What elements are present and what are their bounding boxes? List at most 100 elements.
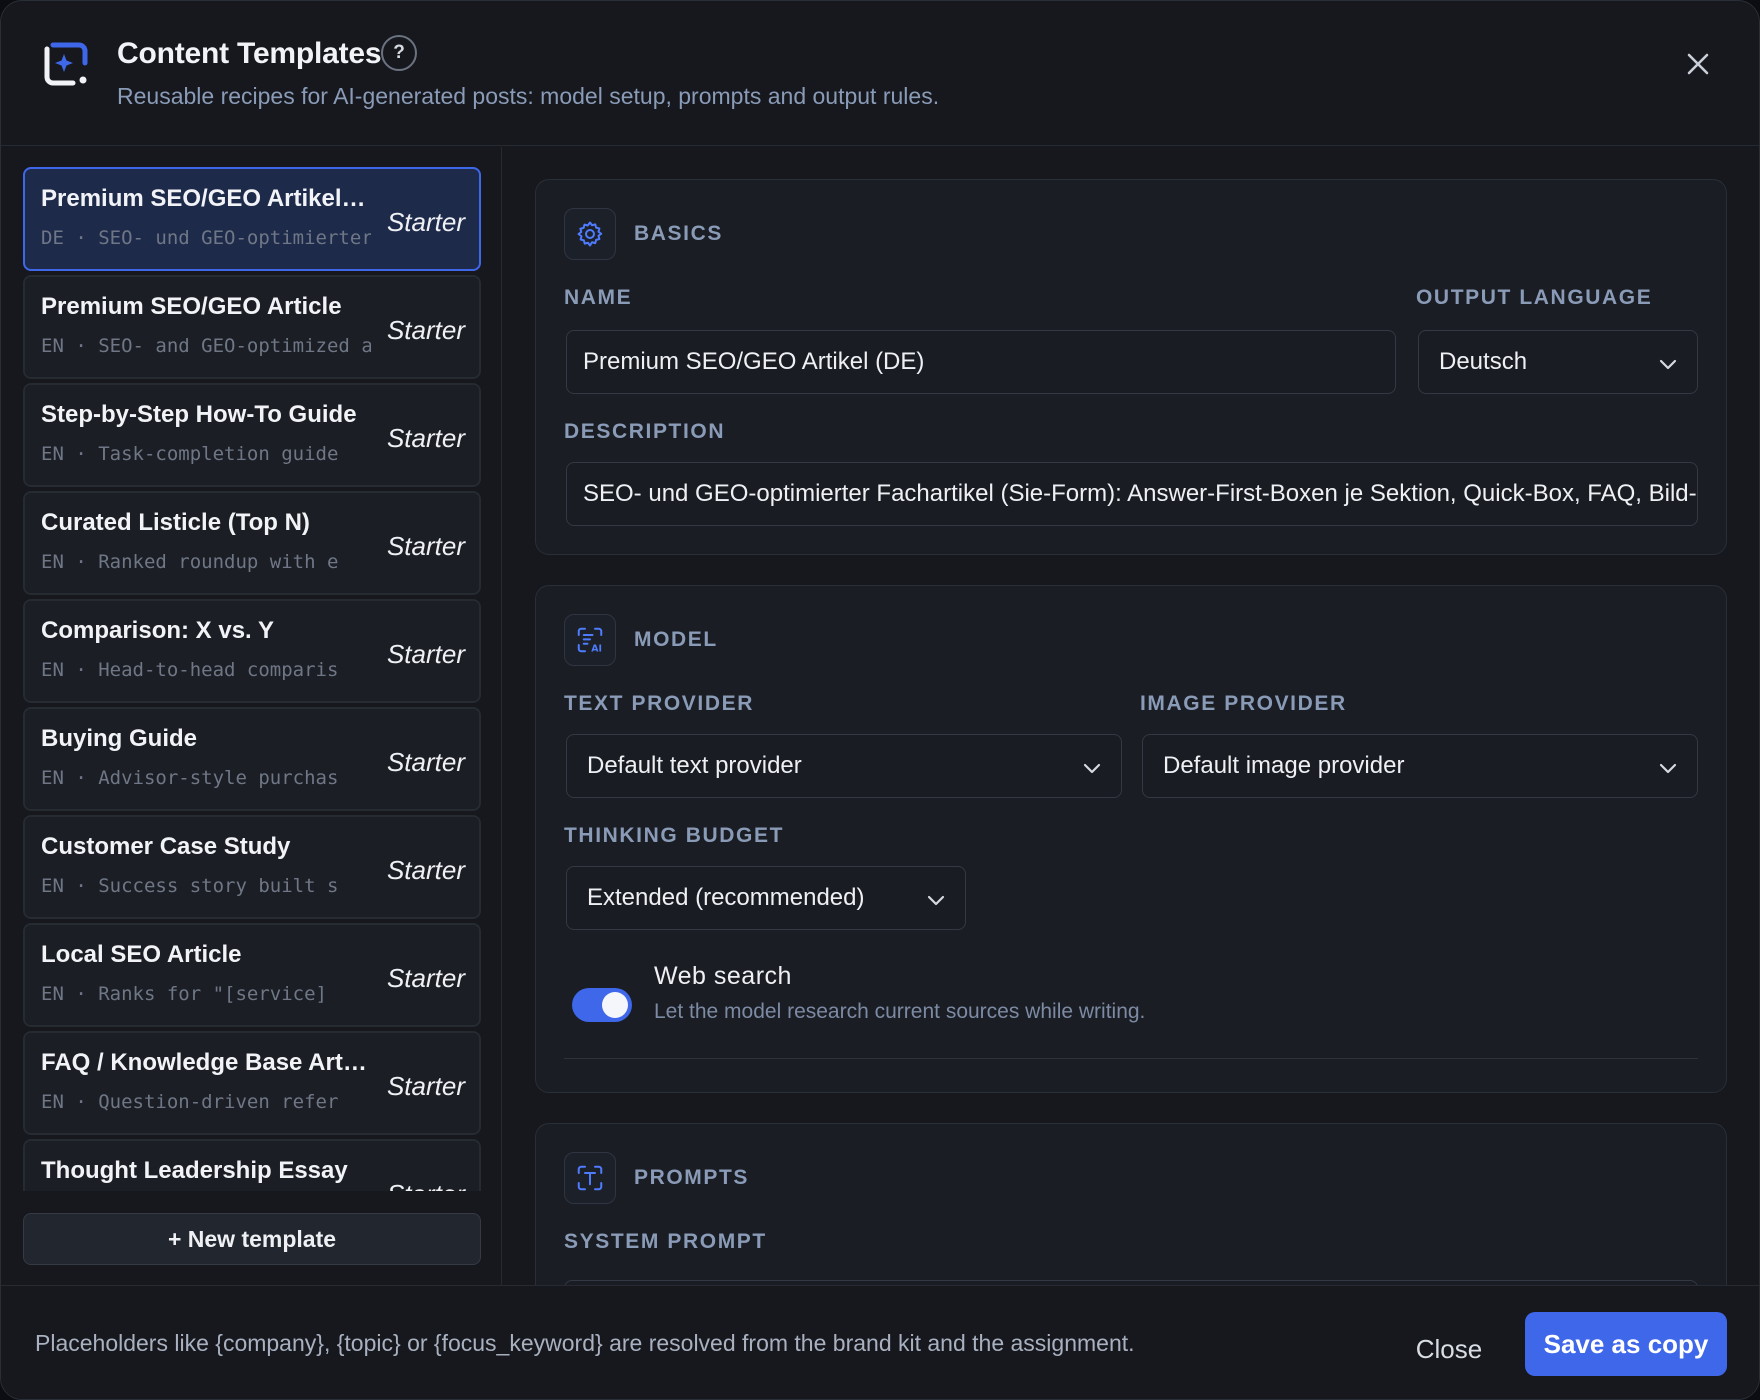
template-list: Premium SEO/GEO Artikel (DE) DE · SEO- un… <box>23 167 481 1191</box>
thinking-budget-select[interactable]: Extended (recommended) <box>566 866 966 930</box>
template-name: Step-by-Step How-To Guide <box>41 401 357 428</box>
chevron-down-icon <box>1083 763 1101 774</box>
template-description: Task-completion guide <box>98 443 339 465</box>
template-meta: EN · SEO- and GEO-optimized article <box>41 335 371 357</box>
template-description: SEO- und GEO-optimierter Fachartikel <box>98 227 371 249</box>
template-item[interactable]: FAQ / Knowledge Base Article EN · Questio… <box>23 1031 481 1135</box>
separator: · <box>63 767 99 789</box>
separator: · <box>63 1091 99 1113</box>
text-provider-value: Default text provider <box>587 752 802 779</box>
template-meta: EN · Question-driven refer <box>41 1091 371 1113</box>
starter-badge: Starter <box>386 531 465 561</box>
name-input[interactable]: Premium SEO/GEO Artikel (DE) <box>566 330 1396 394</box>
close-icon[interactable] <box>1681 47 1715 81</box>
template-language: EN <box>41 335 64 357</box>
image-provider-select[interactable]: Default image provider <box>1142 734 1698 798</box>
template-language: EN <box>41 443 64 465</box>
starter-badge: Starter <box>386 963 465 993</box>
description-label: DESCRIPTION <box>564 420 726 443</box>
template-meta: EN · Advisor-style purchas <box>41 767 371 789</box>
starter-badge: Starter <box>386 855 465 885</box>
template-item[interactable]: Premium SEO/GEO Article EN · SEO- and GEO… <box>23 275 481 379</box>
template-language: EN <box>41 767 64 789</box>
starter-badge: Starter <box>387 1179 465 1191</box>
template-language: EN <box>41 983 64 1005</box>
template-description: Success story built s <box>98 875 339 897</box>
starter-badge: Starter <box>386 1071 465 1101</box>
template-item[interactable]: Customer Case Study EN · Success story bu… <box>23 815 481 919</box>
template-item[interactable]: Buying Guide EN · Advisor-style purchas St… <box>23 707 481 811</box>
dialog-title: Content Templates <box>117 37 382 70</box>
starter-badge: Starter <box>386 207 465 237</box>
image-provider-value: Default image provider <box>1163 752 1405 779</box>
template-name: Thought Leadership Essay <box>41 1157 348 1184</box>
template-item[interactable]: Step-by-Step How-To Guide EN · Task-compl… <box>23 383 481 487</box>
model-title: MODEL <box>634 628 718 651</box>
divider <box>564 1058 1698 1059</box>
template-language: EN <box>41 551 64 573</box>
template-meta: EN · Success story built s <box>41 875 371 897</box>
description-input[interactable]: SEO- und GEO-optimierter Fachartikel (Si… <box>566 462 1698 526</box>
template-description: Advisor-style purchas <box>98 767 339 789</box>
template-meta: EN · Task-completion guide <box>41 443 371 465</box>
help-button[interactable]: ? <box>381 35 417 71</box>
template-language: EN <box>41 875 64 897</box>
template-name: FAQ / Knowledge Base Article <box>41 1049 371 1076</box>
template-item[interactable]: Local SEO Article EN · Ranks for "[servic… <box>23 923 481 1027</box>
dialog-footer: Placeholders like {company}, {topic} or … <box>1 1285 1759 1399</box>
template-meta: EN · Ranks for "[service] <box>41 983 371 1005</box>
basics-section: BASICS NAME Premium SEO/GEO Artikel (DE)… <box>535 179 1727 555</box>
content-templates-dialog: Content Templates ? Reusable recipes for… <box>0 0 1760 1400</box>
starter-badge: Starter <box>386 639 465 669</box>
image-provider-label: IMAGE PROVIDER <box>1140 692 1347 715</box>
template-sidebar: Premium SEO/GEO Artikel (DE) DE · SEO- un… <box>1 147 502 1285</box>
web-search-toggle[interactable] <box>572 988 632 1022</box>
template-meta: EN · Ranked roundup with e <box>41 551 371 573</box>
template-language: EN <box>41 659 64 681</box>
toggle-knob <box>602 992 628 1018</box>
template-description: Ranked roundup with e <box>98 551 339 573</box>
system-prompt-label: SYSTEM PROMPT <box>564 1230 767 1253</box>
close-button[interactable]: Close <box>1385 1318 1513 1380</box>
starter-badge: Starter <box>386 423 465 453</box>
thinking-budget-label: THINKING BUDGET <box>564 824 784 847</box>
template-description: Head-to-head comparis <box>98 659 339 681</box>
dialog-subtitle: Reusable recipes for AI-generated posts:… <box>117 83 940 109</box>
text-provider-label: TEXT PROVIDER <box>564 692 754 715</box>
separator: · <box>63 335 99 357</box>
chevron-down-icon <box>1659 359 1677 370</box>
output-language-select[interactable]: Deutsch <box>1418 330 1698 394</box>
template-description: Question-driven refer <box>98 1091 339 1113</box>
gear-icon <box>564 208 616 260</box>
separator: · <box>63 875 99 897</box>
name-label: NAME <box>564 286 633 309</box>
web-search-title: Web search <box>654 962 792 990</box>
starter-badge: Starter <box>386 315 465 345</box>
separator: · <box>63 551 99 573</box>
prompts-title: PROMPTS <box>634 1166 750 1189</box>
template-name: Comparison: X vs. Y <box>41 617 274 644</box>
template-language: EN <box>41 1091 64 1113</box>
template-item[interactable]: Thought Leadership EssayEN · Starter <box>23 1139 481 1191</box>
template-item[interactable]: Premium SEO/GEO Artikel (DE) DE · SEO- un… <box>23 167 481 271</box>
text-cursor-icon <box>564 1152 616 1204</box>
text-provider-select[interactable]: Default text provider <box>566 734 1122 798</box>
new-template-button[interactable]: + New template <box>23 1213 481 1265</box>
thinking-budget-value: Extended (recommended) <box>587 884 865 911</box>
output-language-label: OUTPUT LANGUAGE <box>1416 286 1653 309</box>
web-search-description: Let the model research current sources w… <box>654 1000 1146 1023</box>
template-item[interactable]: Curated Listicle (Top N) EN · Ranked roun… <box>23 491 481 595</box>
separator: · <box>63 659 99 681</box>
template-meta: EN · Head-to-head comparis <box>41 659 371 681</box>
template-description: SEO- and GEO-optimized article <box>98 335 371 357</box>
template-name: Local SEO Article <box>41 941 242 968</box>
template-name: Customer Case Study <box>41 833 291 860</box>
model-section: AI MODEL TEXT PROVIDER Default text prov… <box>535 585 1727 1093</box>
template-language: DE <box>41 227 64 249</box>
chevron-down-icon <box>927 895 945 906</box>
svg-text:AI: AI <box>591 643 602 654</box>
template-name: Curated Listicle (Top N) <box>41 509 310 536</box>
save-as-copy-button[interactable]: Save as copy <box>1525 1312 1727 1376</box>
separator: · <box>63 983 99 1005</box>
template-item[interactable]: Comparison: X vs. Y EN · Head-to-head com… <box>23 599 481 703</box>
